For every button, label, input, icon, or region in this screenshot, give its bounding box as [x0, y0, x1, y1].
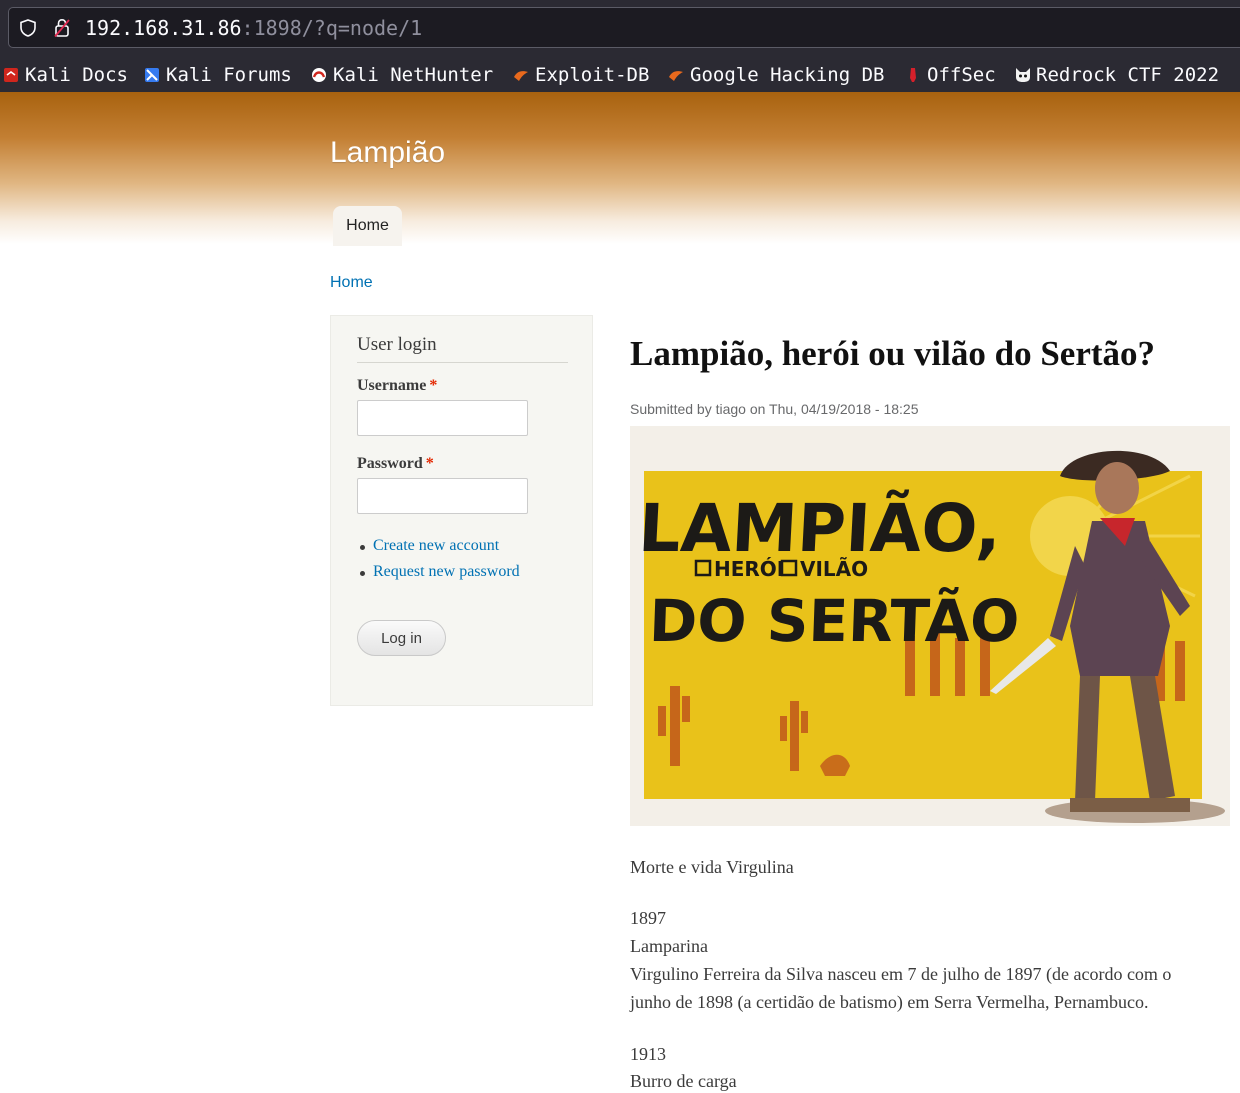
breadcrumb-home[interactable]: Home	[330, 274, 373, 292]
article-image: LAMPIÃO, HERÓI VILÃO DO SERTÃO	[630, 426, 1230, 826]
kali-nethunter-icon	[311, 67, 327, 83]
bookmark-label: Exploit-DB	[535, 64, 650, 86]
list-item: Request new password	[357, 563, 520, 589]
bookmark-label: Kali Docs	[25, 64, 128, 86]
article-title[interactable]: Lampião, herói ou vilão do Sertão?	[630, 334, 1155, 374]
required-mark: *	[429, 377, 438, 394]
username-input[interactable]	[357, 400, 528, 436]
insecure-lock-icon[interactable]	[54, 18, 70, 38]
heading-1897: Lamparina	[630, 936, 708, 956]
password-label: Password *	[357, 455, 434, 473]
year-1913: 1913	[630, 1044, 666, 1064]
user-login-block: User login Username * Password * Create ne…	[330, 315, 593, 706]
request-password-link[interactable]: Request new password	[373, 563, 520, 580]
url-text[interactable]: 192.168.31.86:1898/?q=node/1	[85, 16, 422, 40]
bookmark-kali-forums[interactable]: Kali Forums	[144, 61, 292, 89]
kali-docs-icon	[3, 67, 19, 83]
offsec-icon	[905, 67, 921, 83]
site-header: Lampião Home	[0, 92, 1240, 246]
kali-forums-icon	[144, 67, 160, 83]
username-label: Username *	[357, 377, 437, 395]
username-label-text: Username	[357, 377, 427, 394]
site-name[interactable]: Lampião	[330, 136, 445, 170]
submitted-info: Submitted by tiago on Thu, 04/19/2018 - …	[630, 401, 919, 417]
poster-headline-line1: LAMPIÃO,	[637, 489, 1004, 567]
bookmark-offsec[interactable]: OffSec	[905, 61, 996, 89]
poster-option-heroi: HERÓI	[714, 557, 784, 581]
bookmark-label: Redrock CTF 2022	[1036, 64, 1220, 86]
text-1897-line1: Virgulino Ferreira da Silva nasceu em 7 …	[630, 964, 1172, 984]
browser-toolbar: 192.168.31.86:1898/?q=node/1	[0, 0, 1240, 58]
bookmarks-toolbar: Kali Docs Kali Forums Kali NetHunter Exp…	[0, 58, 1240, 92]
redrock-icon	[1014, 67, 1030, 83]
paragraph: Morte e vida Virgulina	[630, 857, 794, 877]
log-in-button[interactable]: Log in	[357, 620, 446, 656]
bookmark-exploit-db[interactable]: Exploit-DB	[513, 61, 649, 89]
tracking-shield-icon[interactable]	[20, 19, 36, 37]
text-1897-line2: junho de 1898 (a certidão de batismo) em…	[630, 992, 1149, 1012]
exploit-db-icon	[513, 67, 529, 83]
required-mark: *	[425, 455, 434, 472]
bookmark-redrock-ctf[interactable]: Redrock CTF 2022	[1014, 61, 1219, 89]
url-host: 192.168.31.86	[85, 16, 242, 40]
poster-headline-line2: DO SERTÃO	[648, 586, 1021, 655]
list-item: Create new account	[357, 537, 520, 563]
year-1897: 1897	[630, 908, 666, 928]
bookmark-label: Google Hacking DB	[690, 64, 885, 86]
bookmark-kali-docs[interactable]: Kali Docs	[3, 61, 128, 89]
heading-1913: Burro de carga	[630, 1071, 737, 1091]
login-links: Create new account Request new password	[357, 537, 520, 589]
bookmark-kali-nethunter[interactable]: Kali NetHunter	[311, 61, 493, 89]
password-input[interactable]	[357, 478, 528, 514]
bookmark-label: Kali Forums	[166, 64, 292, 86]
create-account-link[interactable]: Create new account	[373, 537, 499, 554]
bookmark-label: Kali NetHunter	[333, 64, 494, 86]
block-title: User login	[357, 334, 568, 363]
bookmark-google-hacking-db[interactable]: Google Hacking DB	[668, 61, 884, 89]
url-path: :1898/?q=node/1	[241, 16, 423, 40]
bookmark-label: OffSec	[927, 64, 996, 86]
tab-home[interactable]: Home	[333, 206, 402, 246]
ghdb-icon	[668, 67, 684, 83]
poster-option-vilao: VILÃO	[800, 557, 868, 581]
password-label-text: Password	[357, 455, 423, 472]
